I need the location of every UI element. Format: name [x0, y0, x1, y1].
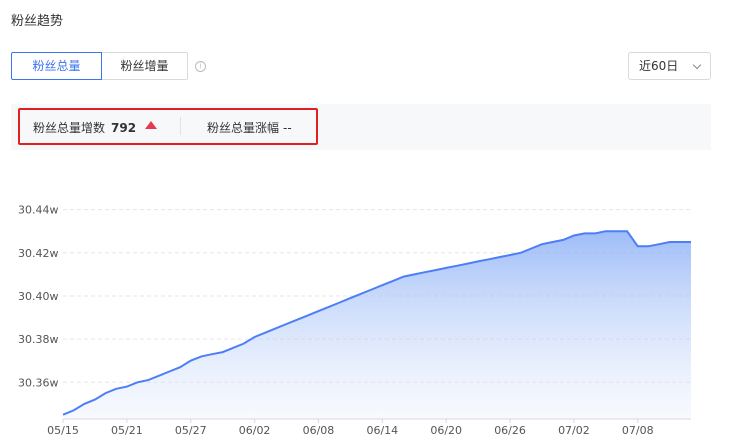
- date-range-select[interactable]: 近60日: [628, 52, 711, 80]
- x-tick-label: 07/08: [622, 424, 654, 437]
- info-icon[interactable]: i: [195, 61, 206, 72]
- y-tick-label: 30.38w: [18, 333, 59, 346]
- trend-up-icon: [145, 121, 157, 129]
- x-tick-label: 06/08: [303, 424, 335, 437]
- y-tick-label: 30.42w: [18, 247, 59, 260]
- y-tick-label: 30.40w: [18, 290, 59, 303]
- stat-growth-value: --: [283, 121, 292, 135]
- date-range-value: 近60日: [639, 59, 679, 73]
- stat-growth: 粉丝总量涨幅 --: [207, 119, 292, 136]
- x-tick-label: 05/27: [175, 424, 207, 437]
- x-tick-label: 06/14: [366, 424, 398, 437]
- chevron-down-icon: [692, 60, 702, 70]
- tab-total-fans[interactable]: 粉丝总量: [11, 52, 102, 80]
- y-tick-label: 30.36w: [18, 376, 59, 389]
- y-tick-label: 30.44w: [18, 204, 59, 217]
- stat-increase-label: 粉丝总量增数: [33, 121, 106, 135]
- area-fill: [63, 231, 691, 419]
- x-tick-label: 07/02: [558, 424, 590, 437]
- stats-divider: [180, 117, 181, 135]
- y-axis-ticks: 30.36w 30.38w 30.40w 30.42w 30.44w: [18, 204, 59, 390]
- fans-trend-chart: 30.36w 30.38w 30.40w 30.42w 30.44w 05/15 05/2…: [18, 204, 691, 437]
- stat-increase-value: 792: [111, 121, 137, 135]
- section-title: 粉丝趋势: [11, 14, 64, 29]
- stat-increase: 粉丝总量增数 792: [33, 119, 136, 136]
- x-tick-label: 05/15: [47, 424, 79, 437]
- x-tick-label: 06/20: [430, 424, 462, 437]
- tab-fans-increment[interactable]: 粉丝增量: [102, 52, 188, 80]
- x-tick-label: 05/21: [111, 424, 143, 437]
- x-axis-ticks: 05/15 05/21 05/27 06/02 06/08 06/14 06/20 06/26…: [47, 419, 654, 437]
- stat-growth-label: 粉丝总量涨幅: [207, 121, 280, 135]
- x-tick-label: 06/02: [239, 424, 271, 437]
- x-tick-label: 06/26: [494, 424, 526, 437]
- metric-tabs: 粉丝总量 粉丝增量: [11, 52, 188, 80]
